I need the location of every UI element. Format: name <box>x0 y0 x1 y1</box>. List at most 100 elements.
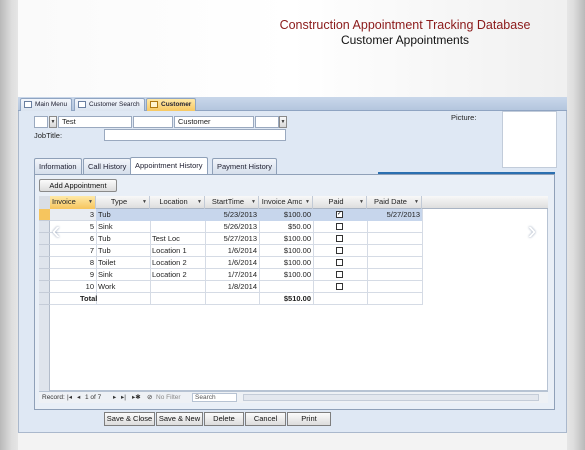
cell-start-time[interactable]: 5/23/2013 <box>205 209 259 221</box>
first-record-icon[interactable]: |◂ <box>67 392 72 403</box>
cell-invoice-amount[interactable]: $100.00 <box>259 245 313 257</box>
cell-invoice[interactable]: 8 <box>50 257 96 269</box>
previous-record-icon[interactable]: ◂ <box>77 392 80 403</box>
add-appointment-button[interactable]: Add Appointment <box>39 179 117 192</box>
cell-paid-date[interactable] <box>367 281 422 293</box>
chevron-down-icon[interactable]: ▼ <box>88 196 93 208</box>
cell-location[interactable]: Location 2 <box>150 257 205 269</box>
cell-start-time[interactable]: 1/6/2014 <box>205 257 259 269</box>
company-field[interactable]: Customer <box>174 116 254 128</box>
title-field[interactable] <box>34 116 48 128</box>
cell-start-time[interactable]: 5/27/2013 <box>205 233 259 245</box>
suffix-field[interactable] <box>255 116 279 128</box>
filter-status[interactable]: No Filter <box>156 392 181 403</box>
last-record-icon[interactable]: ▸| <box>121 392 126 403</box>
cell-invoice[interactable]: 10 <box>50 281 96 293</box>
cell-start-time[interactable]: 1/7/2014 <box>205 269 259 281</box>
record-position[interactable]: 1 of 7 <box>85 392 101 403</box>
cell-invoice-amount[interactable]: $50.00 <box>259 221 313 233</box>
previous-slide-icon[interactable]: ‹ <box>49 217 63 243</box>
col-header-paid-date[interactable]: Paid Date ▼ <box>367 196 422 209</box>
doc-tab-customer-search[interactable]: Customer Search <box>74 98 145 111</box>
cell-start-time[interactable]: 1/8/2014 <box>205 281 259 293</box>
record-selector[interactable] <box>39 269 50 281</box>
chevron-down-icon[interactable]: ▼ <box>414 196 419 208</box>
first-name-field[interactable]: Test <box>58 116 132 128</box>
chevron-down-icon[interactable]: ▼ <box>197 196 202 208</box>
tab-payment-history[interactable]: Payment History <box>212 158 278 174</box>
cell-type[interactable]: Sink <box>96 221 150 233</box>
cell-invoice-amount[interactable]: $100.00 <box>259 233 313 245</box>
cell-invoice-amount[interactable] <box>259 281 313 293</box>
cell-paid-date[interactable]: 5/27/2013 <box>367 209 422 221</box>
picture-frame[interactable] <box>502 111 557 168</box>
paid-checkbox[interactable] <box>336 271 343 278</box>
cell-paid-date[interactable] <box>367 233 422 245</box>
col-header-starttime[interactable]: StartTime ▼ <box>205 196 259 209</box>
doc-tab-main-menu[interactable]: Main Menu <box>20 98 73 111</box>
cell-type[interactable]: Tub <box>96 245 150 257</box>
paid-checkbox[interactable] <box>336 247 343 254</box>
record-selector[interactable] <box>39 257 50 269</box>
cell-invoice-amount[interactable]: $100.00 <box>259 269 313 281</box>
col-header-type[interactable]: Type ▼ <box>96 196 150 209</box>
cell-paid-date[interactable] <box>367 221 422 233</box>
delete-button[interactable]: Delete <box>204 412 244 426</box>
new-record-icon[interactable]: ▸✱ <box>132 392 141 403</box>
cell-invoice[interactable]: 7 <box>50 245 96 257</box>
cell-start-time[interactable]: 5/26/2013 <box>205 221 259 233</box>
next-slide-icon[interactable]: › <box>525 217 539 243</box>
search-input[interactable]: Search <box>192 393 237 402</box>
record-selector[interactable] <box>39 281 50 293</box>
middle-name-field[interactable] <box>133 116 173 128</box>
paid-checkbox[interactable]: ✓ <box>336 211 343 218</box>
paid-checkbox[interactable] <box>336 235 343 242</box>
col-header-location[interactable]: Location ▼ <box>150 196 205 209</box>
cell-type[interactable]: Tub <box>96 233 150 245</box>
paid-checkbox[interactable] <box>336 223 343 230</box>
title-dropdown-button[interactable]: ▼ <box>49 116 57 128</box>
record-selector[interactable] <box>39 245 50 257</box>
cell-invoice-amount[interactable]: $100.00 <box>259 209 313 221</box>
cell-location[interactable] <box>150 209 205 221</box>
job-title-field[interactable] <box>104 129 286 141</box>
cell-type[interactable]: Work <box>96 281 150 293</box>
cell-location[interactable] <box>150 221 205 233</box>
cell-type[interactable]: Tub <box>96 209 150 221</box>
total-amount: $510.00 <box>283 294 311 303</box>
cell-start-time[interactable]: 1/6/2014 <box>205 245 259 257</box>
save-close-button[interactable]: Save & Close <box>104 412 155 426</box>
chevron-down-icon[interactable]: ▼ <box>305 196 310 208</box>
paid-checkbox[interactable] <box>336 259 343 266</box>
cell-invoice[interactable]: 9 <box>50 269 96 281</box>
print-button[interactable]: Print <box>287 412 331 426</box>
tab-call-history[interactable]: Call History <box>83 158 132 174</box>
col-header-invoice[interactable]: Invoice ▼ <box>50 196 96 209</box>
cancel-button[interactable]: Cancel <box>245 412 286 426</box>
chevron-down-icon[interactable]: ▼ <box>359 196 364 208</box>
cell-type[interactable]: Sink <box>96 269 150 281</box>
cell-location[interactable] <box>150 281 205 293</box>
doc-tab-customer[interactable]: Customer <box>146 98 197 111</box>
cell-type[interactable]: Toilet <box>96 257 150 269</box>
save-new-button[interactable]: Save & New <box>156 412 203 426</box>
suffix-dropdown-button[interactable]: ▼ <box>279 116 287 128</box>
cell-paid-date[interactable] <box>367 257 422 269</box>
tab-information[interactable]: Information <box>34 158 82 174</box>
cell-paid-date[interactable] <box>367 245 422 257</box>
horizontal-scrollbar[interactable] <box>243 394 539 401</box>
col-header-paid[interactable]: Paid ▼ <box>313 196 367 209</box>
paid-checkbox[interactable] <box>336 283 343 290</box>
cell-location[interactable]: Location 1 <box>150 245 205 257</box>
job-title-label: JobTitle: <box>34 131 63 140</box>
chevron-down-icon[interactable]: ▼ <box>142 196 147 208</box>
col-header-invoice-amount[interactable]: Invoice Amc ▼ <box>259 196 313 209</box>
cell-invoice-amount[interactable]: $100.00 <box>259 257 313 269</box>
cell-location[interactable]: Test Loc <box>150 233 205 245</box>
cell-location[interactable]: Location 2 <box>150 269 205 281</box>
next-record-icon[interactable]: ▸ <box>113 392 116 403</box>
chevron-down-icon[interactable]: ▼ <box>251 196 256 208</box>
tab-appointment-history[interactable]: Appointment History <box>130 157 208 174</box>
cell-paid-date[interactable] <box>367 269 422 281</box>
column-divider <box>422 209 423 305</box>
